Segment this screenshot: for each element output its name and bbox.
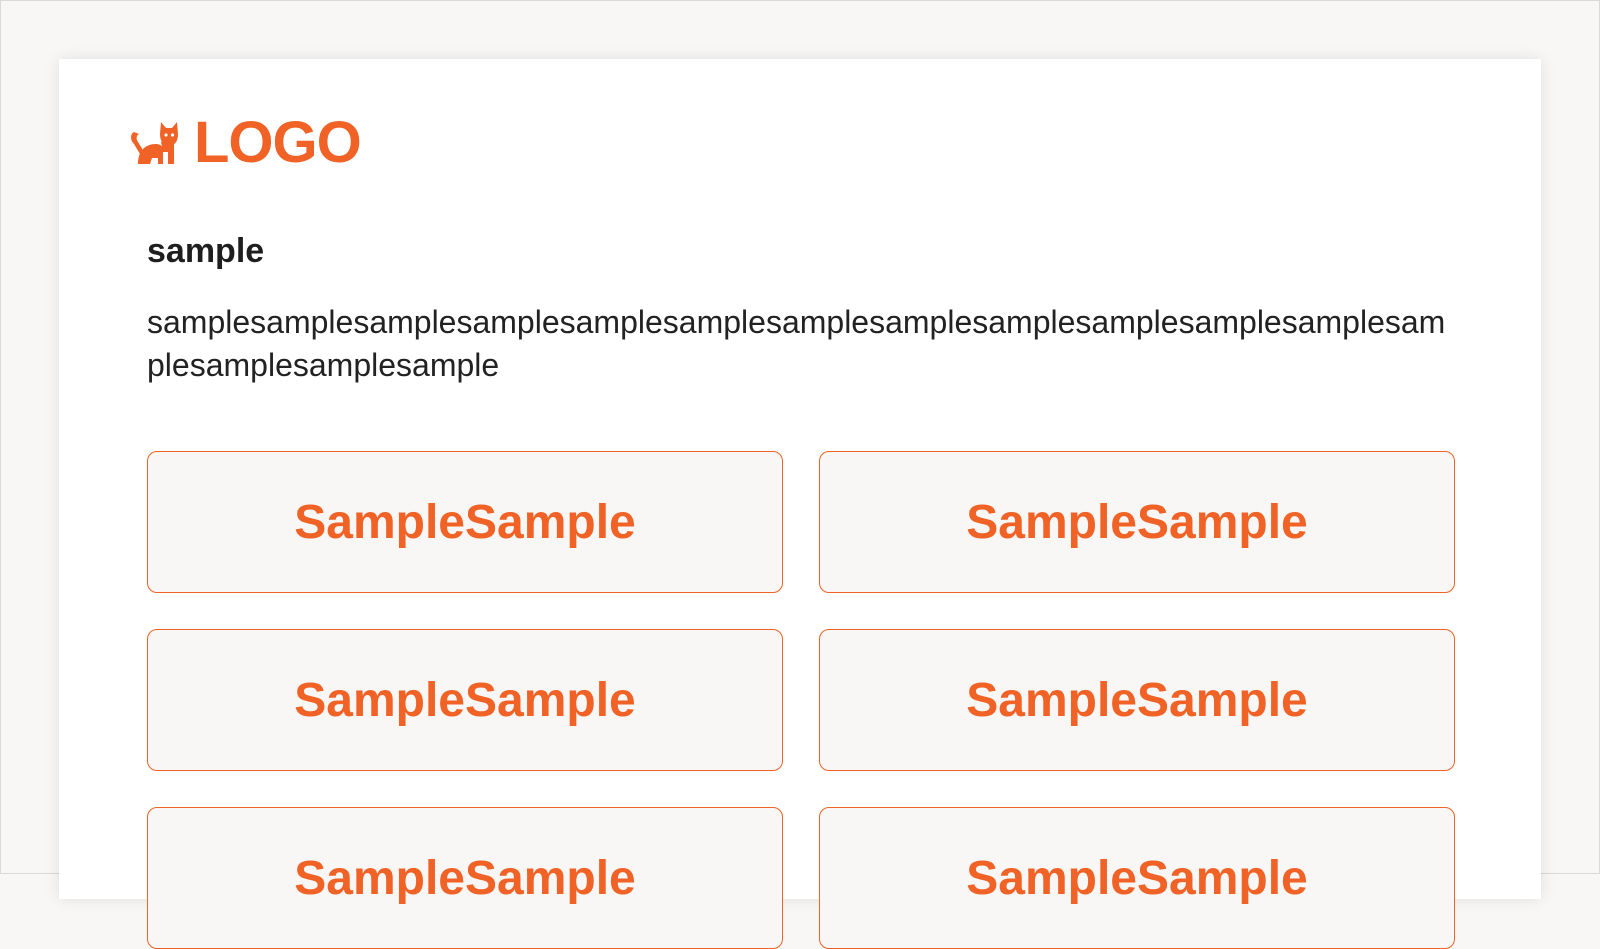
button-grid: SampleSample SampleSample SampleSample S… (147, 451, 1455, 949)
sample-button[interactable]: SampleSample (819, 451, 1455, 593)
content-card: LOGO sample samplesamplesamplesamplesamp… (59, 59, 1541, 949)
sample-button[interactable]: SampleSample (147, 451, 783, 593)
section-heading: sample (147, 232, 265, 270)
logo[interactable]: LOGO (130, 110, 362, 175)
sample-button[interactable]: SampleSample (147, 629, 783, 771)
sample-button[interactable]: SampleSample (819, 807, 1455, 949)
logo-text: LOGO (194, 110, 362, 175)
sample-button[interactable]: SampleSample (147, 807, 783, 949)
section-description: samplesamplesamplesamplesamplesamplesamp… (147, 304, 1446, 383)
cat-icon (131, 122, 178, 164)
sample-button[interactable]: SampleSample (819, 629, 1455, 771)
